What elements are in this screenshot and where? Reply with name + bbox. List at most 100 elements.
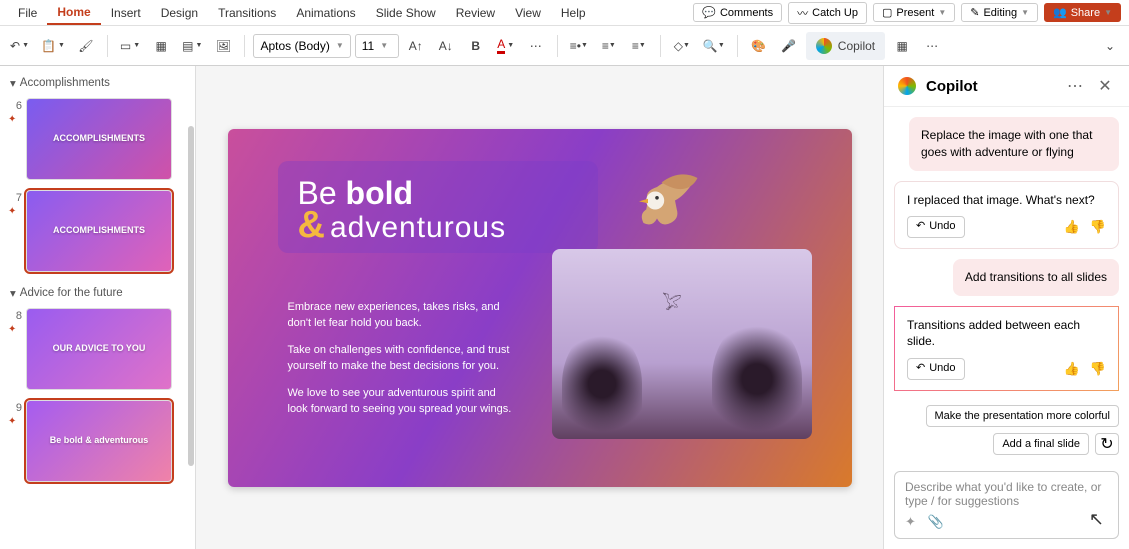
- slide-canvas[interactable]: Be bold &adventurous Embrace new experie…: [196, 66, 883, 549]
- comment-icon: 💬: [702, 6, 716, 19]
- shapes-button[interactable]: ◇▼: [669, 32, 695, 60]
- slide-thumbnail-panel[interactable]: ▾Accomplishments 6✦ ACCOMPLISHMENTS 7✦ A…: [0, 66, 196, 549]
- format-painter-button[interactable]: 🖌: [73, 32, 99, 60]
- slide-image[interactable]: [552, 249, 812, 439]
- chevron-down-icon: ▼: [336, 41, 344, 50]
- sparkle-icon: ✦: [8, 206, 22, 217]
- menu-help[interactable]: Help: [551, 2, 596, 24]
- font-color-button[interactable]: A▼: [493, 32, 519, 60]
- find-button[interactable]: 🔍▼: [699, 32, 729, 60]
- chevron-down-icon: ▼: [938, 8, 946, 17]
- editing-button[interactable]: ✎Editing▼: [961, 3, 1038, 22]
- bullets-button[interactable]: ≡•▼: [566, 32, 592, 60]
- suggestion-chip[interactable]: Make the presentation more colorful: [926, 405, 1119, 427]
- menu-slideshow[interactable]: Slide Show: [366, 2, 446, 24]
- designer-button[interactable]: 🎨: [746, 32, 772, 60]
- slide-thumbnail-7[interactable]: ACCOMPLISHMENTS: [26, 190, 172, 272]
- chevron-down-icon: ▼: [1021, 8, 1029, 17]
- comments-label: Comments: [720, 7, 773, 19]
- menu-design[interactable]: Design: [151, 2, 208, 24]
- scrollbar[interactable]: [188, 126, 194, 466]
- menu-animations[interactable]: Animations: [286, 2, 365, 24]
- present-button[interactable]: ▢ Present ▼: [873, 3, 955, 22]
- menu-home[interactable]: Home: [47, 1, 100, 25]
- main-area: ▾Accomplishments 6✦ ACCOMPLISHMENTS 7✦ A…: [0, 66, 1129, 549]
- separator: [737, 35, 738, 57]
- catchup-button[interactable]: 〰Catch Up: [788, 2, 867, 24]
- menu-file[interactable]: File: [8, 2, 47, 24]
- paste-button[interactable]: 📋▼: [37, 32, 69, 60]
- more-options-button[interactable]: ⋯: [1065, 76, 1085, 96]
- thumb-label: ACCOMPLISHMENTS: [49, 222, 149, 240]
- decrease-font-button[interactable]: A↓: [433, 32, 459, 60]
- user-message: Replace the image with one that goes wit…: [909, 117, 1119, 171]
- eagle-illustration[interactable]: [612, 169, 702, 259]
- section-header[interactable]: ▾ Advice for the future: [8, 282, 191, 304]
- picture-button[interactable]: 🖼: [210, 32, 236, 60]
- chevron-down-icon: ▾: [10, 76, 16, 90]
- section-button[interactable]: ▤▼: [178, 32, 206, 60]
- collapse-ribbon-button[interactable]: ⌄: [1097, 32, 1123, 60]
- attach-icon[interactable]: 📎: [928, 514, 944, 530]
- bold-button[interactable]: B: [463, 32, 489, 60]
- assistant-text: I replaced that image. What's next?: [907, 192, 1106, 209]
- share-button[interactable]: 👥Share▼: [1044, 3, 1121, 22]
- thumbs-up-button[interactable]: 👍: [1064, 218, 1080, 236]
- copilot-input[interactable]: Describe what you'd like to create, or t…: [894, 471, 1119, 539]
- menu-transitions[interactable]: Transitions: [208, 2, 286, 24]
- thumb-label: OUR ADVICE TO YOU: [49, 340, 150, 358]
- slide-thumbnail-6[interactable]: ACCOMPLISHMENTS: [26, 98, 172, 180]
- slide-thumbnail-9[interactable]: Be bold & adventurous: [26, 400, 172, 482]
- separator: [244, 35, 245, 57]
- section-header[interactable]: ▾ Accomplishments: [8, 72, 191, 94]
- thumbs-down-button[interactable]: 👎: [1090, 360, 1106, 378]
- section-title: Accomplishments: [20, 77, 110, 89]
- overflow-button[interactable]: ⋯: [919, 32, 945, 60]
- slide-body-text[interactable]: Embrace new experiences, takes risks, an…: [288, 299, 518, 428]
- numbering-button[interactable]: ≡▼: [596, 32, 622, 60]
- grid-button[interactable]: ▦: [889, 32, 915, 60]
- menu-review[interactable]: Review: [446, 2, 505, 24]
- user-message: Add transitions to all slides: [953, 259, 1119, 296]
- menu-insert[interactable]: Insert: [101, 2, 151, 24]
- comments-button[interactable]: 💬 Comments: [693, 3, 782, 22]
- menu-bar: File Home Insert Design Transitions Anim…: [0, 0, 1129, 26]
- ampersand-icon: &: [298, 204, 326, 247]
- separator: [557, 35, 558, 57]
- undo-button[interactable]: ↶Undo: [907, 216, 965, 237]
- font-family-select[interactable]: Aptos (Body)▼: [253, 34, 350, 58]
- assistant-text: Transitions added between each slide.: [907, 317, 1106, 351]
- cursor-icon: ↖: [1089, 509, 1104, 530]
- present-label: Present: [896, 7, 934, 19]
- undo-button[interactable]: ↶▼: [6, 32, 33, 60]
- sparkle-icon[interactable]: ✦: [905, 514, 916, 530]
- more-font-button[interactable]: ⋯: [523, 32, 549, 60]
- ribbon-toolbar: ↶▼ 📋▼ 🖌 ▭▼ ▦ ▤▼ 🖼 Aptos (Body)▼ 11▼ A↑ A…: [0, 26, 1129, 66]
- dictate-button[interactable]: 🎤: [776, 32, 802, 60]
- font-size-select[interactable]: 11▼: [355, 34, 399, 58]
- copilot-icon: [816, 38, 832, 54]
- thumbs-up-button[interactable]: 👍: [1064, 360, 1080, 378]
- menu-view[interactable]: View: [505, 2, 551, 24]
- thumbs-down-button[interactable]: 👎: [1090, 218, 1106, 236]
- slide-title-box[interactable]: Be bold &adventurous: [278, 161, 598, 253]
- copilot-conversation[interactable]: Replace the image with one that goes wit…: [884, 107, 1129, 465]
- undo-button[interactable]: ↶Undo: [907, 358, 965, 379]
- refresh-suggestions-button[interactable]: ↻: [1095, 433, 1119, 455]
- copilot-header: Copilot ⋯ ✕: [884, 66, 1129, 107]
- present-icon: ▢: [882, 6, 892, 19]
- close-button[interactable]: ✕: [1095, 76, 1115, 96]
- copilot-ribbon-button[interactable]: Copilot: [806, 32, 885, 60]
- input-placeholder: Describe what you'd like to create, or t…: [905, 480, 1101, 508]
- chevron-down-icon: ▾: [10, 286, 16, 300]
- section-title: Advice for the future: [20, 287, 123, 299]
- new-slide-button[interactable]: ▭▼: [116, 32, 144, 60]
- slide-thumbnail-8[interactable]: OUR ADVICE TO YOU: [26, 308, 172, 390]
- slide[interactable]: Be bold &adventurous Embrace new experie…: [228, 129, 852, 487]
- align-button[interactable]: ≡▼: [626, 32, 652, 60]
- suggestion-chip[interactable]: Add a final slide: [993, 433, 1089, 455]
- undo-label: Undo: [929, 361, 955, 376]
- undo-label: Undo: [929, 219, 955, 234]
- increase-font-button[interactable]: A↑: [403, 32, 429, 60]
- layout-button[interactable]: ▦: [148, 32, 174, 60]
